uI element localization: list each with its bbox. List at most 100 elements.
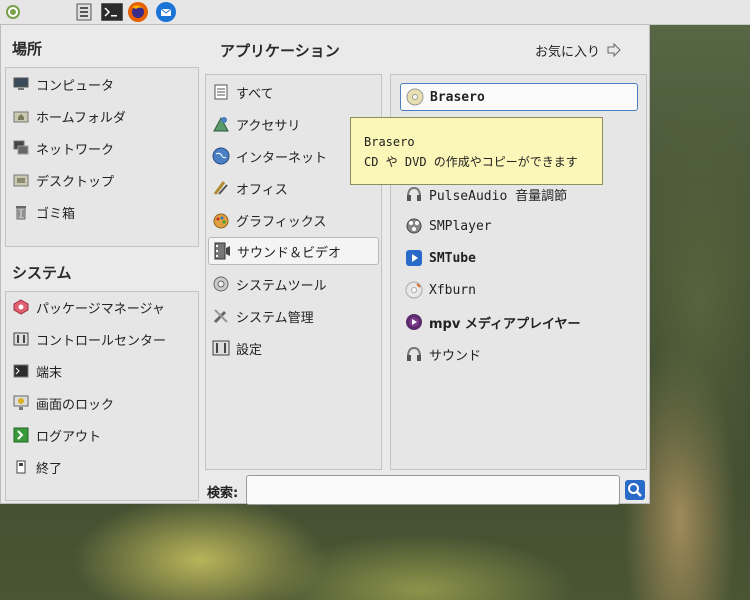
system-panel: パッケージマネージャ コントロールセンター 端末 画面のロック ログアウト 終了 (5, 291, 199, 501)
system-item-logout[interactable]: ログアウト (12, 421, 101, 449)
system-item-label: 端末 (36, 365, 63, 381)
places-item-trash[interactable]: ゴミ箱 (12, 198, 75, 226)
settings-icon (212, 339, 230, 357)
search-input[interactable] (246, 475, 620, 505)
places-item-label: ゴミ箱 (36, 206, 76, 222)
app-item-mpv[interactable]: mpv メディアプレイヤー (405, 308, 581, 336)
app-item-label: SMPlayer (429, 218, 492, 234)
package-manager-icon (12, 298, 30, 316)
category-label: オフィス (236, 182, 288, 198)
category-office[interactable]: オフィス (212, 174, 288, 202)
places-item-home[interactable]: ホームフォルダ (12, 102, 126, 130)
places-item-network[interactable]: ネットワーク (12, 134, 114, 162)
places-item-label: ホームフォルダ (36, 110, 126, 126)
category-label: アクセサリ (236, 118, 301, 134)
taskbar (0, 0, 750, 25)
category-label: インターネット (236, 150, 328, 166)
logout-icon (12, 426, 30, 444)
category-label: システム管理 (236, 310, 314, 326)
smplayer-icon (405, 217, 423, 235)
category-system-tools[interactable]: システムツール (212, 270, 327, 298)
app-item-smtube[interactable]: SMTube (405, 244, 476, 272)
app-item-label: SMTube (429, 250, 476, 266)
tooltip-description: CD や DVD の作成やコピーができます (364, 155, 578, 169)
terminal-icon (12, 362, 30, 380)
app-item-label: mpv メディアプレイヤー (429, 316, 581, 332)
terminal-icon[interactable] (100, 2, 124, 22)
office-icon (212, 179, 230, 197)
sound-icon (405, 345, 423, 363)
accessories-icon (212, 115, 230, 133)
places-item-label: デスクトップ (36, 174, 115, 190)
internet-icon (212, 147, 230, 165)
favorites-label: お気に入り (535, 44, 601, 60)
computer-icon (12, 75, 30, 93)
control-center-icon (12, 330, 30, 348)
sound-video-icon (213, 242, 231, 260)
category-settings[interactable]: 設定 (212, 334, 262, 362)
network-icon (12, 139, 30, 157)
system-item-package-manager[interactable]: パッケージマネージャ (12, 293, 165, 321)
system-item-label: 終了 (36, 461, 63, 477)
smtube-icon (405, 249, 423, 267)
xfburn-icon (405, 281, 423, 299)
search-label: 検索: (207, 486, 239, 501)
system-item-shutdown[interactable]: 終了 (12, 453, 62, 481)
applications-heading: アプリケーション (220, 42, 340, 60)
system-item-terminal[interactable]: 端末 (12, 357, 62, 385)
application-menu: 場所 コンピュータ ホームフォルダ ネットワーク デスクトップ ゴミ箱 システム… (0, 24, 650, 505)
graphics-icon (212, 211, 230, 229)
mpv-icon (405, 313, 423, 331)
app-item-brasero[interactable]: Brasero (400, 83, 638, 111)
app-tooltip: Brasero CD や DVD の作成やコピーができます (350, 117, 603, 185)
thunderbird-icon[interactable] (155, 1, 177, 23)
brasero-icon (406, 88, 424, 106)
places-item-desktop[interactable]: デスクトップ (12, 166, 114, 194)
app-item-smplayer[interactable]: SMPlayer (405, 212, 492, 240)
system-item-label: パッケージマネージャ (36, 301, 165, 317)
places-item-label: コンピュータ (36, 78, 115, 94)
category-graphics[interactable]: グラフィックス (212, 206, 326, 234)
places-item-label: ネットワーク (36, 142, 115, 158)
firefox-icon[interactable] (127, 1, 149, 23)
app-item-label: Brasero (430, 89, 485, 105)
administration-icon (212, 307, 230, 325)
system-item-label: ログアウト (36, 429, 102, 445)
shutdown-icon (12, 458, 30, 476)
category-label: サウンド＆ビデオ (237, 245, 342, 261)
app-item-label: サウンド (429, 348, 482, 364)
category-label: システムツール (236, 278, 327, 294)
trash-icon (12, 203, 30, 221)
system-heading: システム (12, 264, 72, 282)
app-item-label: PulseAudio 音量調節 (429, 188, 568, 204)
arrow-right-icon (606, 42, 622, 58)
system-item-control-center[interactable]: コントロールセンター (12, 325, 166, 353)
places-item-computer[interactable]: コンピュータ (12, 70, 114, 98)
desktop-icon (12, 171, 30, 189)
app-item-sound[interactable]: サウンド (405, 340, 481, 368)
category-accessories[interactable]: アクセサリ (212, 110, 300, 138)
mint-menu-icon[interactable] (3, 2, 23, 22)
category-label: 設定 (236, 342, 263, 358)
system-item-label: コントロールセンター (36, 333, 167, 349)
category-sound-video[interactable]: サウンド＆ビデオ (208, 237, 379, 265)
category-label: グラフィックス (236, 214, 327, 230)
category-all[interactable]: すべて (212, 78, 274, 106)
tooltip-title: Brasero (364, 135, 415, 149)
places-panel: コンピュータ ホームフォルダ ネットワーク デスクトップ ゴミ箱 (5, 67, 199, 247)
lock-screen-icon (12, 394, 30, 412)
system-item-label: 画面のロック (36, 397, 115, 413)
app-item-label: Xfburn (429, 282, 476, 298)
category-administration[interactable]: システム管理 (212, 302, 314, 330)
file-manager-icon[interactable] (74, 2, 94, 22)
app-item-xfburn[interactable]: Xfburn (405, 276, 476, 304)
category-internet[interactable]: インターネット (212, 142, 327, 170)
all-apps-icon (212, 83, 230, 101)
home-folder-icon (12, 107, 30, 125)
category-label: すべて (236, 86, 274, 102)
search-icon[interactable] (625, 480, 645, 500)
places-heading: 場所 (12, 40, 43, 58)
system-item-lock-screen[interactable]: 画面のロック (12, 389, 114, 417)
pulseaudio-icon (405, 185, 423, 203)
favorites-button[interactable]: お気に入り (535, 39, 622, 61)
